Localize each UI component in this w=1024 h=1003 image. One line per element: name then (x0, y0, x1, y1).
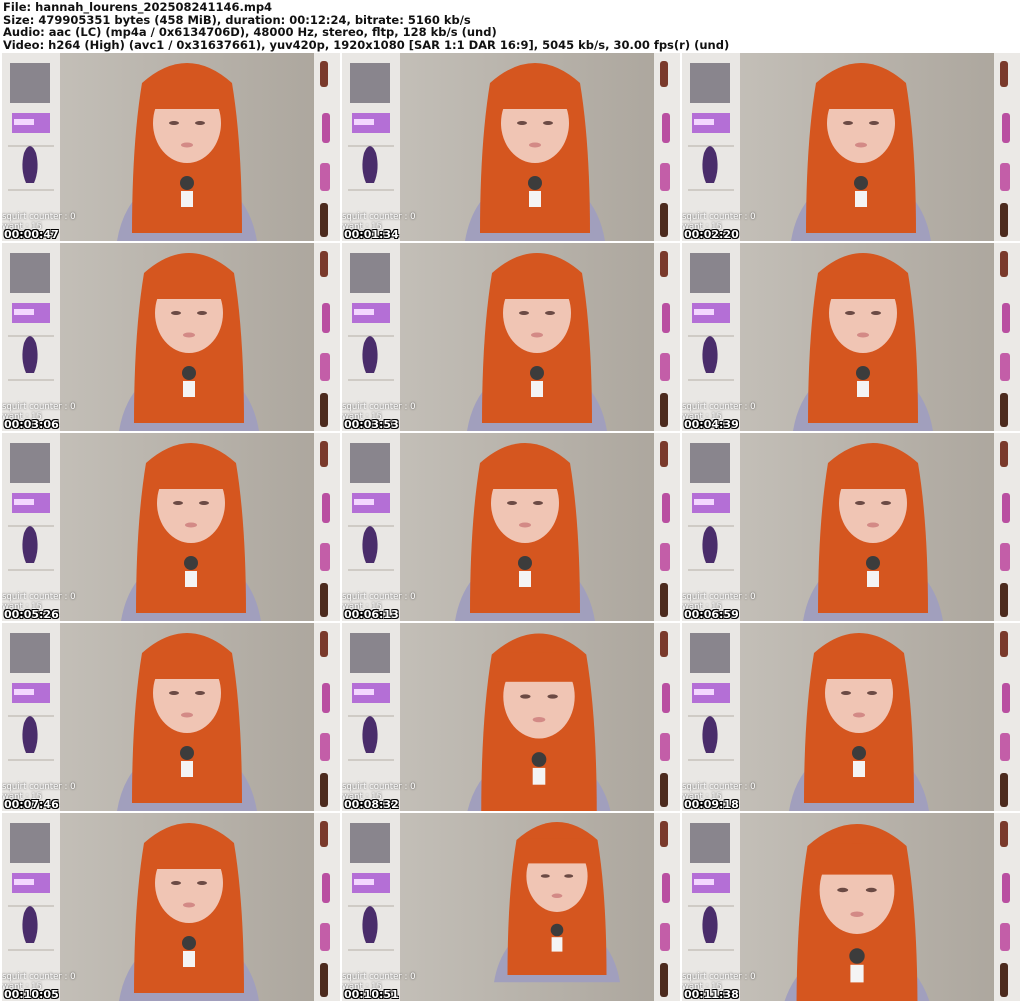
thumbnail-timestamp: 00:01:34 (344, 228, 399, 241)
squirt-counter-overlay: squirt counter : 0 (342, 212, 416, 222)
thumbnail-timestamp: 00:02:20 (684, 228, 739, 241)
squirt-counter-overlay: squirt counter : 0 (682, 972, 756, 982)
thumbnail-timestamp: 00:03:53 (344, 418, 399, 431)
video-info-line: Video: h264 (High) (avc1 / 0x31637661), … (3, 37, 730, 52)
thumbnail-timestamp: 00:03:06 (4, 418, 59, 431)
squirt-counter-overlay: squirt counter : 0 (2, 592, 76, 602)
thumbnail-frame: squirt counter : 0 want : 15 00:10:51 (342, 813, 680, 1001)
squirt-counter-overlay: squirt counter : 0 (342, 782, 416, 792)
squirt-counter-overlay: squirt counter : 0 (2, 972, 76, 982)
thumbnail-frame: squirt counter : 0 want : 15 00:05:26 (2, 433, 340, 621)
thumbnail-timestamp: 00:10:51 (344, 988, 399, 1001)
thumbnail-frame: squirt counter : 0 want : 15 00:03:53 (342, 243, 680, 431)
thumbnail-timestamp: 00:08:32 (344, 798, 399, 811)
squirt-counter-overlay: squirt counter : 0 (682, 212, 756, 222)
thumbnail-frame: squirt counter : 0 want : 15 00:01:34 (342, 53, 680, 241)
thumbnail-frame: squirt counter : 0 want : 15 00:07:46 (2, 623, 340, 811)
thumbnail-frame: squirt counter : 0 want : 15 00:02:20 (682, 53, 1020, 241)
squirt-counter-overlay: squirt counter : 0 (2, 212, 76, 222)
thumbnail-frame: squirt counter : 0 want : 15 00:06:59 (682, 433, 1020, 621)
thumbnail-frame: squirt counter : 0 want : 15 00:09:18 (682, 623, 1020, 811)
thumbnail-timestamp: 00:00:47 (4, 228, 59, 241)
audio-info-line: Audio: aac (LC) (mp4a / 0x6134706D), 480… (3, 25, 497, 39)
file-name-line: File: hannah_lourens_202508241146.mp4 (3, 0, 273, 14)
squirt-counter-overlay: squirt counter : 0 (342, 402, 416, 412)
thumbnail-frame: squirt counter : 0 want : 15 00:10:05 (2, 813, 340, 1001)
thumbnail-timestamp: 00:06:59 (684, 608, 739, 621)
thumbnail-frame: squirt counter : 0 want : 15 00:03:06 (2, 243, 340, 431)
thumbnail-timestamp: 00:07:46 (4, 798, 59, 811)
squirt-counter-overlay: squirt counter : 0 (2, 782, 76, 792)
squirt-counter-overlay: squirt counter : 0 (342, 592, 416, 602)
thumbnail-grid: squirt counter : 0 want : 15 00:00:47 sq… (2, 53, 1022, 1003)
thumbnail-frame: squirt counter : 0 want : 15 00:00:47 (2, 53, 340, 241)
thumbnail-timestamp: 00:10:05 (4, 988, 59, 1001)
thumbnail-frame: squirt counter : 0 want : 15 00:08:32 (342, 623, 680, 811)
thumbnail-timestamp: 00:06:13 (344, 608, 399, 621)
squirt-counter-overlay: squirt counter : 0 (682, 592, 756, 602)
thumbnail-timestamp: 00:09:18 (684, 798, 739, 811)
file-info-header: File: hannah_lourens_202508241146.mp4 Si… (3, 1, 729, 51)
thumbnail-frame: squirt counter : 0 want : 15 00:11:38 (682, 813, 1020, 1001)
thumbnail-timestamp: 00:05:26 (4, 608, 59, 621)
thumbnail-frame: squirt counter : 0 want : 15 00:06:13 (342, 433, 680, 621)
thumbnail-timestamp: 00:11:38 (684, 988, 739, 1001)
squirt-counter-overlay: squirt counter : 0 (2, 402, 76, 412)
squirt-counter-overlay: squirt counter : 0 (682, 782, 756, 792)
thumbnail-timestamp: 00:04:39 (684, 418, 739, 431)
squirt-counter-overlay: squirt counter : 0 (682, 402, 756, 412)
thumbnail-frame: squirt counter : 0 want : 15 00:04:39 (682, 243, 1020, 431)
squirt-counter-overlay: squirt counter : 0 (342, 972, 416, 982)
